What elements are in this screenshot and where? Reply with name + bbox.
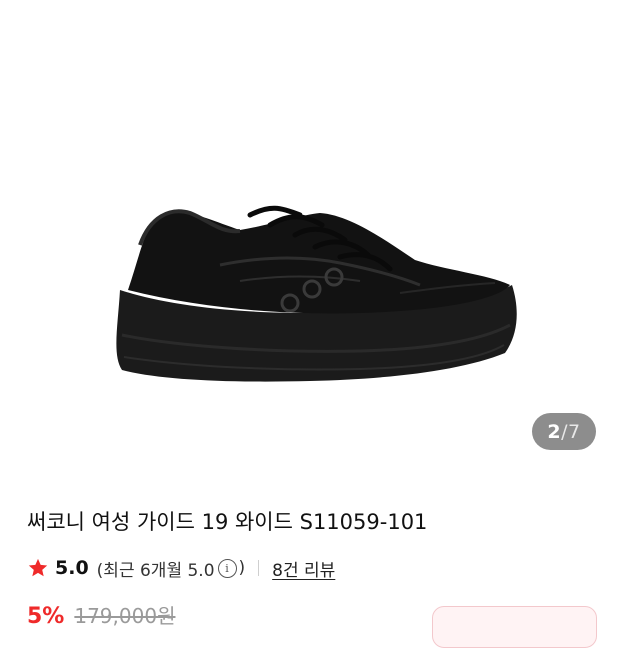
discount-rate: 5%: [27, 604, 65, 629]
product-title: 써코니 여성 가이드 19 와이드 S11059-101: [27, 510, 428, 534]
rating-row: 5.0 (최근 6개월 5.0 i ) 8건 리뷰: [27, 554, 335, 582]
recent-rating-text: (최근 6개월 5.0: [96, 560, 215, 581]
price-row: 5% 179,000원: [27, 600, 175, 629]
coupon-button[interactable]: [432, 606, 597, 648]
star-icon: [28, 558, 48, 577]
rating-score: 5.0: [55, 557, 89, 579]
indicator-total: 7: [568, 420, 581, 443]
reviews-link[interactable]: 8건 리뷰: [272, 556, 335, 581]
indicator-current: 2: [547, 420, 562, 443]
indicator-separator: /: [561, 420, 569, 443]
recent-rating-close: ): [238, 558, 246, 578]
info-icon[interactable]: i: [217, 558, 237, 578]
recent-rating: (최근 6개월 5.0 i ): [97, 556, 246, 581]
product-image: [116, 205, 517, 382]
divider: [258, 560, 260, 576]
original-price: 179,000원: [74, 604, 176, 628]
image-page-indicator: 2 / 7: [532, 413, 596, 450]
product-image-gallery[interactable]: 2 / 7: [0, 0, 620, 480]
